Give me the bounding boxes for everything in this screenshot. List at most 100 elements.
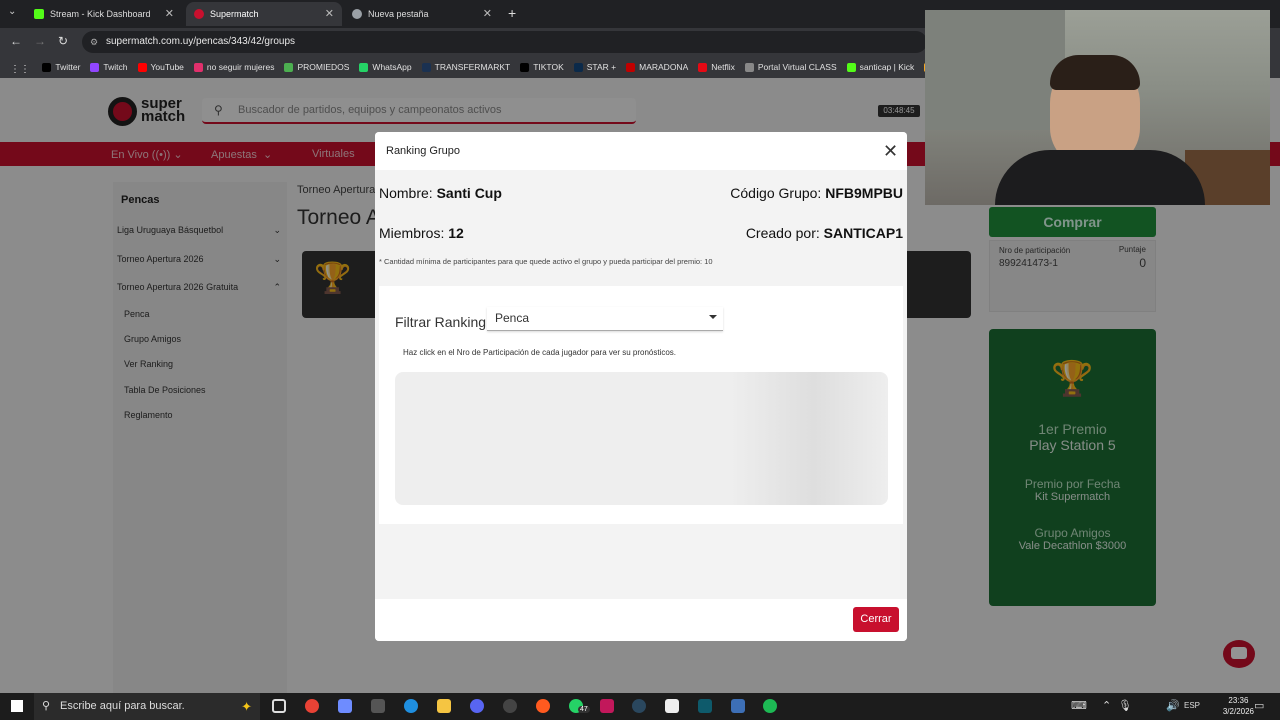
tab-label: Nueva pestaña [368, 9, 429, 19]
bookmark-item[interactable]: YouTube [137, 56, 184, 78]
bookmark-label: santicap | Kick [859, 62, 915, 72]
bookmark-label: Twitch [103, 62, 128, 72]
bookmark-item[interactable]: MARADONA [626, 56, 688, 78]
shield-icon[interactable] [731, 699, 745, 713]
bookmark-label: Portal Virtual CLASS [757, 62, 837, 72]
bookmark-item[interactable]: PROMIEDOS [284, 56, 349, 78]
bookmark-favicon-icon [359, 62, 369, 72]
modal-header: Ranking Grupo ✕ [375, 132, 907, 170]
bookmark-item[interactable]: Twitter [42, 56, 80, 78]
members-row: Miembros: 12 [379, 225, 464, 241]
microphone-icon[interactable]: 🎙 [1118, 699, 1132, 712]
bookmark-favicon-icon [626, 62, 636, 72]
url-text: supermatch.com.uy/pencas/343/42/groups [106, 36, 295, 47]
modal-footer: Cerrar [375, 599, 907, 641]
close-tab-icon[interactable]: ✕ [483, 7, 492, 20]
capcut-icon[interactable] [665, 699, 679, 713]
search-icon: ⚲ [42, 700, 51, 712]
new-tab-plus-icon[interactable]: + [508, 5, 516, 21]
bookmark-item[interactable]: TIKTOK [520, 56, 564, 78]
group-name-label: Nombre: [379, 185, 433, 201]
cerrar-button[interactable]: Cerrar [853, 607, 899, 632]
site-info-icon[interactable]: ⚙ [90, 31, 98, 53]
tab-label: Supermatch [210, 9, 259, 19]
bookmark-item[interactable]: santicap | Kick [846, 56, 915, 78]
kick-icon [34, 9, 44, 19]
ranking-loading-skeleton [395, 372, 888, 505]
brave-icon[interactable] [536, 699, 550, 713]
whatsapp-badge: 47 [578, 706, 590, 713]
bookmark-item[interactable]: no seguir mujeres [193, 56, 274, 78]
obs-icon[interactable] [503, 699, 517, 713]
chrome-taskbar-icon[interactable] [305, 699, 319, 713]
bookmark-label: WhatsApp [372, 62, 412, 72]
tab-kick-dashboard[interactable]: Stream - Kick Dashboard ✕ [26, 2, 182, 26]
bookmark-label: TIKTOK [533, 62, 564, 72]
close-tab-icon[interactable]: ✕ [325, 7, 334, 20]
tab-supermatch[interactable]: Supermatch ✕ [186, 2, 342, 26]
group-name-row: Nombre: Santi Cup [379, 185, 502, 201]
bookmark-item[interactable]: Portal Virtual CLASS [744, 56, 837, 78]
windows-start-icon[interactable] [11, 700, 23, 712]
taskbar-search-placeholder: Escribe aquí para buscar. [60, 700, 185, 712]
bookmark-favicon-icon [744, 62, 754, 72]
bookmark-favicon-icon [90, 62, 100, 72]
file-explorer-icon[interactable] [437, 699, 451, 713]
bookmark-favicon-icon [421, 62, 431, 72]
webcam-person-hair [1050, 55, 1140, 90]
apps-grid-icon[interactable]: ⋮⋮ [10, 58, 30, 78]
bookmark-label: STAR + [586, 62, 617, 72]
minimum-participants-note: * Cantidad mínima de participantes para … [379, 257, 713, 266]
ranking-hint: Haz click en el Nro de Participación de … [403, 348, 677, 357]
app-terminal-icon[interactable] [698, 699, 712, 713]
group-code-value: NFB9MPBU [825, 185, 903, 201]
close-tab-icon[interactable]: ✕ [165, 7, 174, 20]
bookmark-label: TRANSFERMARKT [434, 62, 511, 72]
bookmark-favicon-icon [193, 62, 203, 72]
tray-time: 23:36 [1228, 696, 1249, 705]
ranking-grupo-modal: Ranking Grupo ✕ Nombre: Santi Cup Código… [375, 132, 907, 641]
forward-icon[interactable]: → [34, 34, 46, 48]
modal-title: Ranking Grupo [386, 145, 460, 157]
close-icon[interactable]: ✕ [883, 141, 898, 162]
sparkle-icon: ✦ [241, 699, 252, 714]
bookmark-item[interactable]: Netflix [698, 56, 735, 78]
taskbar-search-input[interactable]: ⚲ Escribe aquí para buscar. ✦ [34, 693, 260, 720]
bookmark-item[interactable]: STAR + [573, 56, 617, 78]
back-icon[interactable]: ← [10, 34, 22, 48]
caret-down-icon [709, 315, 717, 319]
ranking-filter-panel: Filtrar Ranking Penca Haz click en el Nr… [379, 286, 903, 524]
supermatch-icon [194, 9, 204, 19]
chevron-up-icon[interactable]: ⌃ [1102, 699, 1111, 712]
bookmark-item[interactable]: TRANSFERMARKT [421, 56, 511, 78]
tab-new-tab[interactable]: Nueva pestaña ✕ [344, 2, 500, 26]
bookmark-item[interactable]: Twitch [90, 56, 128, 78]
clock-tray[interactable]: 23:36 3/2/2026 [1223, 695, 1254, 717]
discord-icon[interactable] [470, 699, 484, 713]
bookmark-item[interactable]: WhatsApp [359, 56, 412, 78]
app-icon[interactable] [371, 699, 385, 713]
tab-search-icon[interactable]: ⌄ [8, 6, 16, 17]
webcam-wall [925, 10, 1065, 130]
bookmark-label: Twitter [55, 62, 81, 72]
spotify-icon[interactable] [763, 699, 777, 713]
copilot-icon[interactable] [338, 699, 352, 713]
reload-icon[interactable]: ↻ [58, 34, 68, 48]
volume-icon[interactable]: 🔊 [1166, 699, 1180, 712]
keyboard-icon[interactable]: ⌨ [1071, 699, 1087, 712]
bookmark-label: PROMIEDOS [297, 62, 350, 72]
bookmark-favicon-icon [284, 62, 294, 72]
url-field[interactable]: ⚙ supermatch.com.uy/pencas/343/42/groups [82, 31, 927, 53]
app-pink-icon[interactable] [600, 699, 614, 713]
webcam-overlay [925, 10, 1270, 205]
bookmark-favicon-icon [846, 62, 856, 72]
steam-icon[interactable] [632, 699, 646, 713]
edge-icon[interactable] [404, 699, 418, 713]
creator-value: SANTICAP1 [823, 225, 903, 241]
task-view-icon[interactable] [272, 699, 286, 713]
group-code-row: Código Grupo: NFB9MPBU [730, 185, 903, 201]
windows-taskbar: ⚲ Escribe aquí para buscar. ✦ 47 ⌨ ⌃ 🎙 🔊… [0, 693, 1280, 720]
language-indicator[interactable]: ESP [1184, 701, 1200, 710]
notifications-icon[interactable]: ▭ [1254, 699, 1264, 712]
filter-ranking-select[interactable]: Penca [487, 307, 723, 331]
